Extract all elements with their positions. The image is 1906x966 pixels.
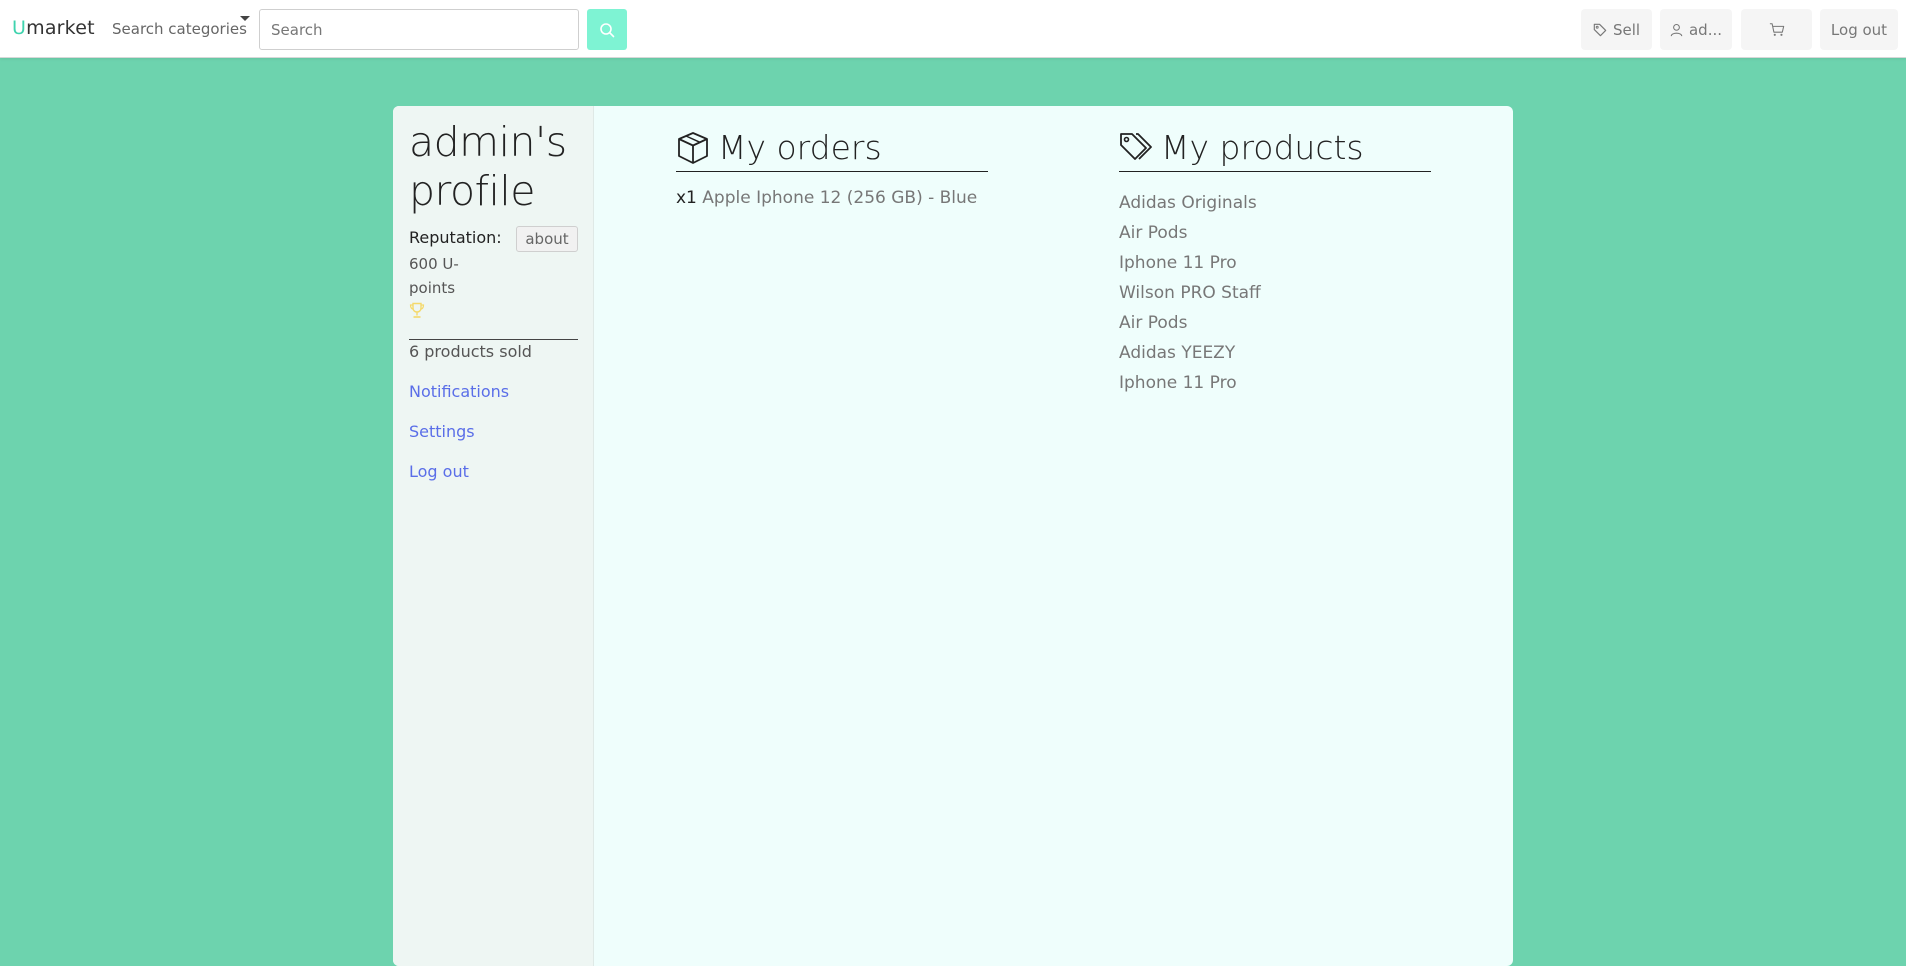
orders-section-header: My orders xyxy=(676,124,988,172)
reputation-label: Reputation: xyxy=(409,228,502,247)
product-item[interactable]: Adidas YEEZY xyxy=(1119,338,1261,368)
sidebar-link-notifications[interactable]: Notifications xyxy=(409,382,509,401)
sidebar-link-logout[interactable]: Log out xyxy=(409,462,469,481)
caret-down-icon[interactable] xyxy=(240,16,250,21)
search-input[interactable] xyxy=(259,9,579,50)
profile-card: admin's profile Reputation: about 600 U-… xyxy=(393,106,1513,966)
reputation-points: 600 U-points xyxy=(409,255,459,297)
tag-icon xyxy=(1593,23,1607,36)
top-navbar: Umarket Search categories Sell ad... Log… xyxy=(0,0,1906,58)
user-icon xyxy=(1670,23,1683,36)
profile-sidebar: admin's profile Reputation: about 600 U-… xyxy=(393,106,594,966)
products-section-header: My products xyxy=(1119,124,1431,172)
user-menu-label: ad... xyxy=(1688,20,1723,39)
order-product-link[interactable]: Apple Iphone 12 (256 GB) - Blue xyxy=(702,188,977,208)
product-item[interactable]: Air Pods xyxy=(1119,218,1261,248)
sidebar-link-settings[interactable]: Settings xyxy=(409,422,475,441)
product-item[interactable]: Iphone 11 Pro xyxy=(1119,248,1261,278)
products-list: Adidas Originals Air Pods Iphone 11 Pro … xyxy=(1119,188,1261,398)
brand-logo-initial: U xyxy=(12,17,27,39)
package-icon xyxy=(678,131,708,164)
search-icon xyxy=(600,22,615,37)
trophy-icon xyxy=(409,302,425,318)
product-item[interactable]: Adidas Originals xyxy=(1119,188,1261,218)
products-sold-count: 6 products sold xyxy=(409,342,532,361)
search-button[interactable] xyxy=(587,9,627,50)
orders-title: My orders xyxy=(718,128,882,167)
cart-button[interactable] xyxy=(1741,9,1812,50)
user-menu-button[interactable]: ad... xyxy=(1660,9,1732,50)
product-item[interactable]: Air Pods xyxy=(1119,308,1261,338)
cart-icon xyxy=(1769,23,1784,36)
products-title: My products xyxy=(1161,128,1364,167)
logout-button[interactable]: Log out xyxy=(1820,9,1898,50)
sell-button-label: Sell xyxy=(1612,20,1641,39)
brand-logo[interactable]: Umarket xyxy=(12,17,95,39)
order-quantity: x1 xyxy=(676,188,697,208)
tags-icon xyxy=(1120,132,1152,160)
categories-dropdown[interactable]: Search categories xyxy=(112,20,247,38)
sidebar-divider xyxy=(409,339,578,340)
product-item[interactable]: Wilson PRO Staff xyxy=(1119,278,1261,308)
about-reputation-button[interactable]: about xyxy=(516,226,578,252)
sell-button[interactable]: Sell xyxy=(1581,9,1652,50)
order-item: x1 Apple Iphone 12 (256 GB) - Blue xyxy=(676,188,977,208)
product-item[interactable]: Iphone 11 Pro xyxy=(1119,368,1261,398)
brand-logo-text: market xyxy=(26,17,95,39)
profile-title: admin's profile xyxy=(409,118,567,215)
